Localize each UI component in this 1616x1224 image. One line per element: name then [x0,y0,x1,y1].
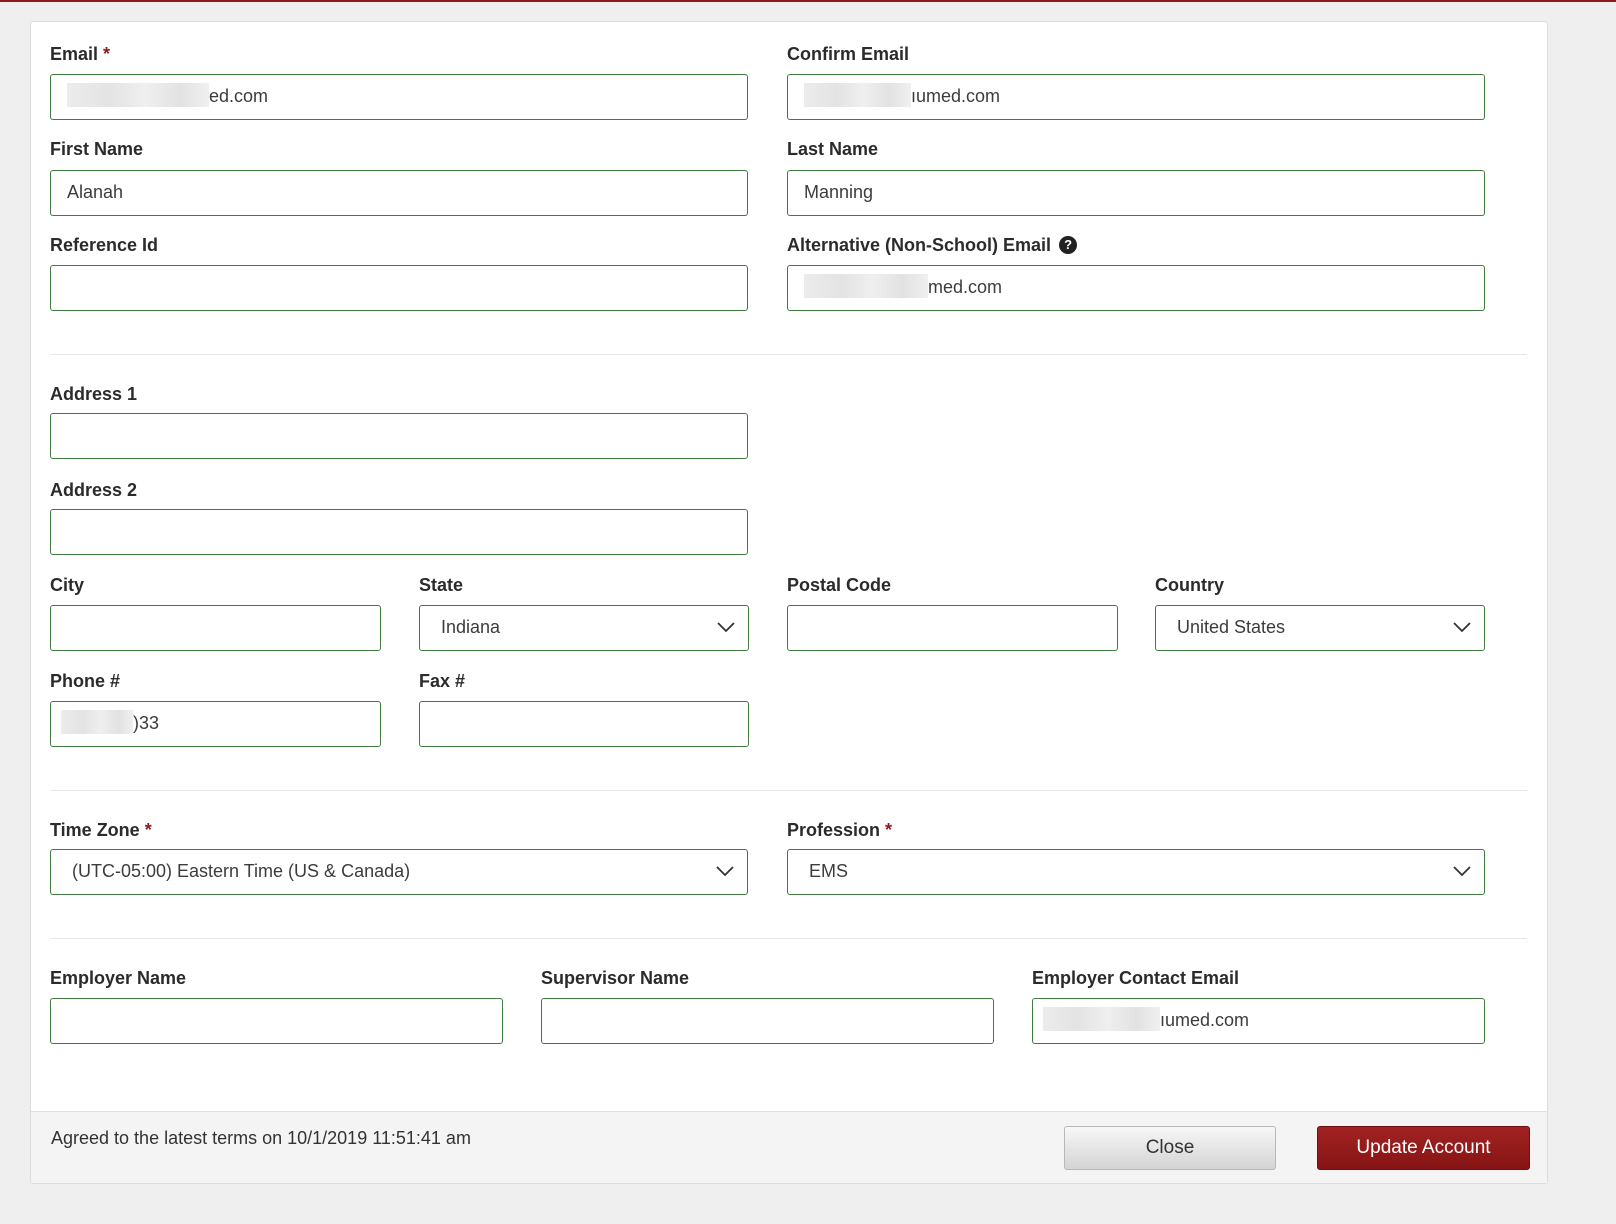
time-zone-label: Time Zone * [50,819,152,841]
confirm-email-label: Confirm Email [787,44,910,64]
state-value: Indiana [441,617,501,637]
section-divider [51,790,1527,791]
phone-label: Phone # [50,671,121,691]
employer-contact-email-value-text: ıumed.com [1160,1010,1250,1030]
alt-email-label-text: Alternative (Non-School) Email [787,235,1052,255]
address2-label: Address 2 [50,480,138,500]
reference-id-label: Reference Id [50,235,159,255]
postal-code-label: Postal Code [787,575,892,595]
address1-label: Address 1 [50,384,138,404]
fax-field[interactable] [419,701,749,747]
profession-label: Profession * [787,819,892,841]
chevron-down-icon [716,866,734,877]
required-marker: * [103,44,111,64]
question-circle-icon[interactable]: ? [1059,236,1078,254]
first-name-field[interactable]: Alanah [50,170,748,216]
employer-contact-email-field[interactable]: ıumed.com [1032,998,1485,1044]
account-form-card: Email * ed.com Confirm Email ıumed.com Fi… [30,21,1548,1184]
employer-contact-email-value: ıumed.com [1043,999,1249,1042]
address1-field[interactable] [50,413,748,459]
top-accent-line [0,0,1616,2]
employer-name-field[interactable] [50,998,503,1044]
first-name-value: Alanah [67,182,124,202]
country-label: Country [1155,575,1224,595]
close-button[interactable]: Close [1064,1126,1276,1170]
last-name-label: Last Name [787,139,879,159]
alt-email-value: med.com [804,266,1002,309]
supervisor-name-label: Supervisor Name [541,968,690,988]
profession-value: EMS [809,861,849,881]
supervisor-name-field[interactable] [541,998,994,1044]
last-name-value: Manning [804,182,874,202]
phone-value-text: )33 [133,713,160,733]
confirm-email-value: ıumed.com [804,75,1000,118]
reference-id-field[interactable] [50,265,748,311]
city-label: City [50,575,85,595]
redacted-block [804,274,928,299]
phone-field[interactable]: )33 [50,701,381,747]
postal-code-field[interactable] [787,605,1118,651]
email-label: Email * [50,43,110,65]
email-value: ed.com [67,75,268,118]
redacted-block [61,710,133,735]
employer-name-label: Employer Name [50,968,187,988]
fax-label: Fax # [419,671,466,691]
terms-agreement-text: Agreed to the latest terms on 10/1/2019 … [51,1128,471,1148]
redacted-block [67,83,209,108]
time-zone-label-text: Time Zone [50,820,140,840]
last-name-field[interactable]: Manning [787,170,1485,216]
state-select[interactable]: Indiana [419,605,749,651]
profession-label-text: Profession [787,820,881,840]
required-marker: * [885,820,893,840]
chevron-down-icon [717,622,735,633]
time-zone-value: (UTC-05:00) Eastern Time (US & Canada) [72,861,411,881]
profession-select[interactable]: EMS [787,849,1485,895]
form-footer: Agreed to the latest terms on 10/1/2019 … [31,1111,1547,1183]
section-divider [51,938,1527,939]
section-divider [51,354,1527,355]
confirm-email-value-text: ıumed.com [911,86,1001,106]
update-account-button[interactable]: Update Account [1317,1126,1530,1170]
country-value: United States [1177,617,1286,637]
email-value-text: ed.com [209,86,269,106]
chevron-down-icon [1453,622,1471,633]
redacted-block [1043,1007,1160,1032]
employer-contact-email-label: Employer Contact Email [1032,968,1240,988]
city-field[interactable] [50,605,381,651]
email-field[interactable]: ed.com [50,74,748,120]
phone-value: )33 [61,702,159,745]
email-label-text: Email [50,44,99,64]
time-zone-select[interactable]: (UTC-05:00) Eastern Time (US & Canada) [50,849,748,895]
required-marker: * [144,820,152,840]
alt-email-label: Alternative (Non-School) Email? [787,234,1078,256]
confirm-email-field[interactable]: ıumed.com [787,74,1485,120]
alt-email-field[interactable]: med.com [787,265,1485,311]
redacted-block [804,83,911,108]
address2-field[interactable] [50,509,748,555]
chevron-down-icon [1453,866,1471,877]
first-name-label: First Name [50,139,144,159]
country-select[interactable]: United States [1155,605,1485,651]
alt-email-value-text: med.com [928,277,1003,297]
state-label: State [419,575,464,595]
